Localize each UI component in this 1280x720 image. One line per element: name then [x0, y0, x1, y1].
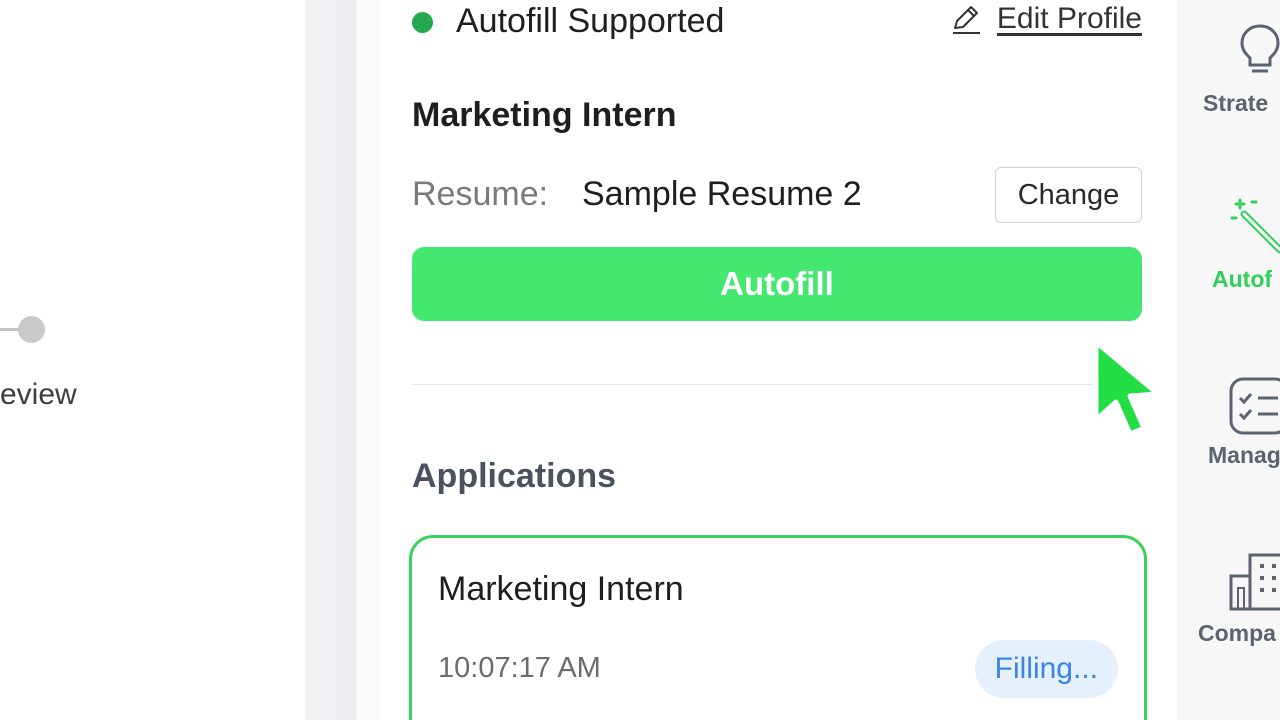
edit-profile-link[interactable]: Edit Profile — [949, 2, 1142, 36]
background-page: eview — [0, 0, 305, 720]
edit-profile-label: Edit Profile — [996, 2, 1142, 35]
magic-wand-icon — [1230, 198, 1280, 254]
step-label: eview — [0, 378, 77, 411]
panel-edge — [355, 0, 381, 720]
rail-item-companies[interactable]: Compa — [1196, 552, 1280, 652]
status-text: Autofill Supported — [456, 2, 725, 40]
rail-label: Strate — [1203, 90, 1269, 116]
checklist-icon — [1229, 377, 1280, 435]
stepper-dot[interactable] — [18, 316, 45, 343]
mouse-pointer-icon — [1093, 339, 1161, 437]
status-dot — [412, 12, 433, 33]
change-resume-button[interactable]: Change — [995, 167, 1142, 223]
job-title: Marketing Intern — [412, 96, 677, 134]
rail-item-autofill[interactable]: Autof — [1196, 196, 1280, 296]
status-row: Autofill Supported Edit Profile — [412, 0, 1142, 46]
applications-title: Applications — [412, 457, 617, 495]
screen: eview Autofill Supported Edit Profile Ma… — [0, 0, 1280, 720]
status-badge: Filling... — [974, 640, 1118, 698]
lightbulb-icon — [1240, 24, 1280, 73]
application-card[interactable]: Marketing Intern 10:07:17 AM Filling... — [409, 535, 1147, 720]
pencil-icon — [952, 6, 980, 34]
autofill-button[interactable]: Autofill — [412, 247, 1142, 321]
building-icon — [1229, 553, 1280, 611]
resume-value: Sample Resume 2 — [582, 175, 862, 213]
application-time: 10:07:17 AM — [438, 652, 601, 684]
rail-label: Autof — [1212, 266, 1273, 292]
application-title: Marketing Intern — [438, 570, 684, 608]
rail-item-manage[interactable]: Manag — [1196, 374, 1280, 474]
rail-label: Manag — [1208, 442, 1280, 468]
divider — [412, 384, 1142, 385]
rail-label: Compa — [1198, 620, 1276, 646]
resume-label: Resume: — [412, 175, 549, 213]
rail-item-strategy[interactable]: Strate — [1196, 20, 1280, 120]
panel-shadow — [305, 0, 355, 720]
